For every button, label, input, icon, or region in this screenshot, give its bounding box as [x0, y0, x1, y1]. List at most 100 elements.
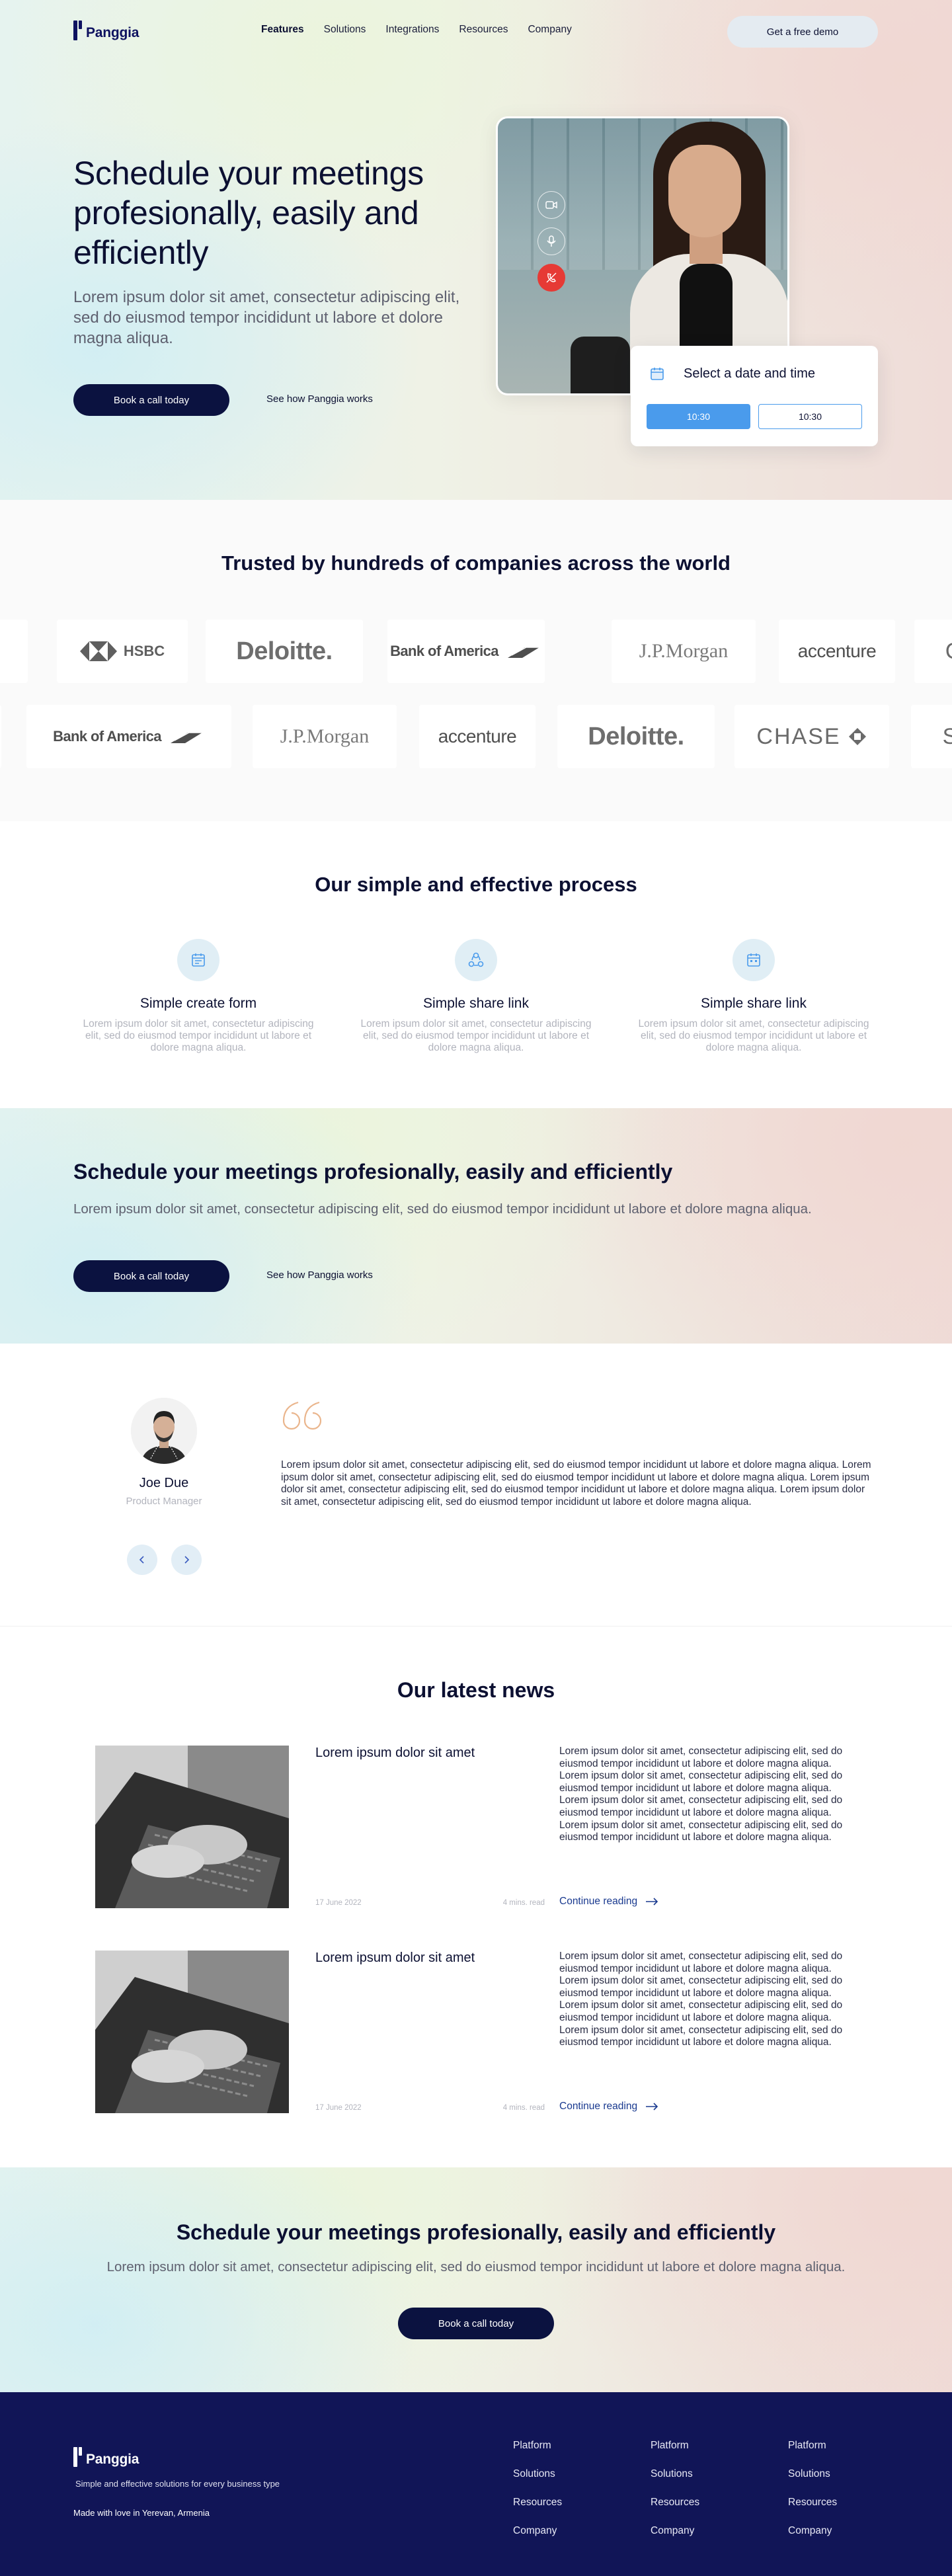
footer-link-company[interactable]: Company: [513, 2525, 562, 2537]
logo-chase: CHASE: [734, 705, 889, 768]
news-title: Our latest news: [397, 1678, 555, 1702]
time-slot-selected[interactable]: 10:30: [647, 404, 750, 429]
book-call-button[interactable]: Book a call today: [398, 2308, 554, 2339]
logo-accenture: accenture: [419, 705, 536, 768]
news-read-time: 4 mins. read: [502, 2104, 545, 2112]
continue-reading-link[interactable]: Continue reading: [559, 1896, 658, 1908]
logo-tile-partial: ‹: [0, 620, 28, 683]
time-slot[interactable]: 10:30: [758, 404, 862, 429]
process-step-desc: Lorem ipsum dolor sit amet, consectetur …: [360, 1018, 592, 1053]
video-icon[interactable]: [537, 191, 565, 219]
nav-link-integrations[interactable]: Integrations: [385, 24, 439, 36]
date-time-picker-card: Select a date and time 10:30 10:30: [631, 346, 878, 446]
news-excerpt: Lorem ipsum dolor sit amet, consectetur …: [559, 1951, 843, 2048]
cta-title: Schedule your meetings profesionally, ea…: [73, 1160, 673, 1184]
news-image[interactable]: [95, 1746, 289, 1908]
logo-mark-icon: [73, 2447, 83, 2467]
cta-bottom-title: Schedule your meetings profesionally, ea…: [176, 2220, 776, 2244]
arrow-right-icon: [646, 2103, 658, 2111]
cta-section: Schedule your meetings profesionally, ea…: [0, 1108, 952, 1344]
footer-link-resources[interactable]: Resources: [651, 2497, 699, 2509]
book-call-button[interactable]: Book a call today: [73, 384, 229, 416]
process-step-title: Simple share link: [701, 996, 807, 1011]
logo[interactable]: Panggia: [73, 20, 139, 40]
footer-link-solutions[interactable]: Solutions: [651, 2468, 699, 2480]
footer-link-resources[interactable]: Resources: [788, 2497, 837, 2509]
footer-link-platform[interactable]: Platform: [651, 2440, 699, 2452]
logo-hsbc: HSBC: [57, 620, 188, 683]
continue-reading-link[interactable]: Continue reading: [559, 2101, 658, 2113]
chevron-left-icon: [139, 1556, 144, 1564]
cta-bottom-text: Lorem ipsum dolor sit amet, consectetur …: [106, 2259, 846, 2274]
footer-link-platform[interactable]: Platform: [513, 2440, 562, 2452]
news-item: Lorem ipsum dolor sit amet 17 June 2022 …: [95, 1951, 857, 2116]
footer-column: Platform Solutions Resources Company: [788, 2440, 837, 2554]
testimonial-text: Lorem ipsum dolor sit amet, consectetur …: [281, 1459, 871, 1508]
footer-link-solutions[interactable]: Solutions: [513, 2468, 562, 2480]
process-step: Simple share link Lorem ipsum dolor sit …: [635, 939, 873, 1054]
footer-link-resources[interactable]: Resources: [513, 2497, 562, 2509]
news-item: Lorem ipsum dolor sit amet 17 June 2022 …: [95, 1746, 857, 1911]
news-item-title[interactable]: Lorem ipsum dolor sit amet: [315, 1746, 475, 1761]
footer-link-solutions[interactable]: Solutions: [788, 2468, 837, 2480]
logo-text: Panggia: [86, 25, 139, 40]
process-step-desc: Lorem ipsum dolor sit amet, consectetur …: [83, 1018, 314, 1053]
arrow-right-icon: [646, 1898, 658, 1906]
calendar-icon: [733, 939, 775, 981]
book-call-button[interactable]: Book a call today: [73, 1260, 229, 1292]
hero-section: Panggia Features Solutions Integrations …: [0, 0, 952, 500]
footer-column: Platform Solutions Resources Company: [651, 2440, 699, 2554]
news-date: 17 June 2022: [315, 2104, 362, 2112]
logo-accenture: accenture: [779, 620, 895, 683]
quote-icon: [281, 1400, 323, 1437]
logo-text: Panggia: [86, 2452, 139, 2467]
see-how-link[interactable]: See how Panggia works: [266, 393, 373, 405]
logo-tile-partial: C: [914, 620, 952, 683]
continue-reading-label: Continue reading: [559, 2101, 638, 2112]
process-step-desc: Lorem ipsum dolor sit amet, consectetur …: [638, 1018, 869, 1053]
nav-link-company[interactable]: Company: [528, 24, 571, 36]
cta-text: Lorem ipsum dolor sit amet, consectetur …: [73, 1201, 812, 1217]
process-section: Our simple and effective process Simple …: [0, 821, 952, 1108]
news-item-title[interactable]: Lorem ipsum dolor sit amet: [315, 1951, 475, 1966]
logo-jpmorgan: J.P.Morgan: [612, 620, 756, 683]
microphone-icon[interactable]: [537, 227, 565, 255]
free-demo-button[interactable]: Get a free demo: [727, 16, 878, 48]
logo-tile-partial: S: [911, 705, 952, 768]
testimonial-section: Joe Due Product Manager Lorem ipsum dolo…: [0, 1344, 952, 1627]
nav-link-features[interactable]: Features: [261, 24, 304, 36]
share-icon: [455, 939, 497, 981]
nav-link-solutions[interactable]: Solutions: [324, 24, 366, 36]
previous-button[interactable]: [127, 1545, 157, 1575]
footer-tagline: Simple and effective solutions for every…: [75, 2479, 280, 2489]
hero-subtitle: Lorem ipsum dolor sit amet, consectetur …: [73, 288, 460, 347]
process-step-title: Simple create form: [139, 996, 257, 1011]
nav-links: Features Solutions Integrations Resource…: [261, 24, 592, 36]
process-step: Simple create form Lorem ipsum dolor sit…: [79, 939, 317, 1054]
person-photo: [668, 145, 741, 237]
logo-deloitte: Deloitte.: [206, 620, 363, 683]
logo-bank-of-america: Bank of America: [387, 620, 545, 683]
footer-link-company[interactable]: Company: [651, 2525, 699, 2537]
see-how-link[interactable]: See how Panggia works: [266, 1269, 373, 1281]
avatar: [131, 1398, 197, 1464]
footer-made-with: Made with love in Yerevan, Armenia: [73, 2508, 210, 2518]
footer-logo[interactable]: Panggia: [73, 2447, 139, 2467]
process-title: Our simple and effective process: [315, 873, 637, 896]
continue-reading-label: Continue reading: [559, 1896, 638, 1907]
logo-bank-of-america: Bank of America: [26, 705, 231, 768]
logo-deloitte: Deloitte.: [557, 705, 715, 768]
news-image[interactable]: [95, 1951, 289, 2113]
next-button[interactable]: [171, 1545, 202, 1575]
news-section: Our latest news Lorem ipsum dolor sit am…: [0, 1627, 952, 2167]
end-call-icon[interactable]: [537, 264, 565, 292]
testimonial-role: Product Manager: [126, 1496, 202, 1507]
hero-title: Schedule your meetings profesionally, ea…: [73, 155, 424, 271]
process-step: Simple share link Lorem ipsum dolor sit …: [357, 939, 595, 1054]
date-card-title: Select a date and time: [684, 366, 816, 381]
trusted-title: Trusted by hundreds of companies across …: [221, 551, 731, 575]
footer-link-platform[interactable]: Platform: [788, 2440, 837, 2452]
nav-link-resources[interactable]: Resources: [459, 24, 508, 36]
footer-link-company[interactable]: Company: [788, 2525, 837, 2537]
cta-bottom-section: Schedule your meetings profesionally, ea…: [0, 2167, 952, 2392]
